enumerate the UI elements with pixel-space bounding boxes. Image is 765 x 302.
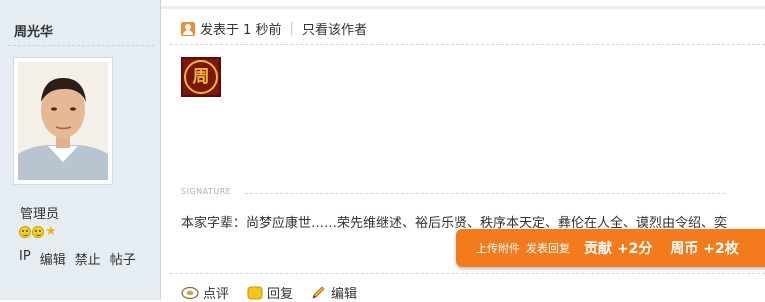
poster-icon [181,21,195,36]
author-name[interactable]: 周光华 [14,21,53,40]
reply-button[interactable]: 回复 [247,283,293,302]
comment-button[interactable]: 点评 [181,283,229,302]
star-icon: ★ [45,224,57,239]
sidebar-divider [8,45,154,46]
user-group: 管理员 [20,207,60,222]
smile-icon [19,226,31,238]
reward-action-upload: 上传附件 [476,242,520,255]
signature-label: SIGNATURE [181,187,232,196]
reward-contribution: 贡献 +2分 [584,241,653,257]
comment-icon [181,286,199,299]
avatar[interactable] [13,57,113,185]
comment-label: 点评 [203,287,230,302]
edit-label: 编辑 [331,287,358,302]
meta-separator: | [289,21,294,36]
only-author-link[interactable]: 只看该作者 [302,19,367,38]
meta-divider [170,44,765,45]
edit-button[interactable]: 编辑 [311,283,357,302]
post-time: 发表于 1 秒前 [200,23,282,38]
post-actions: 点评 回复 编辑 [181,283,375,302]
ban-link[interactable]: 禁止 [75,249,101,268]
admin-links: IP 编辑 禁止 帖子 [19,249,136,268]
top-rule [161,6,765,9]
author-sidebar: 周光华 管理员 ★ IP 编辑 禁止 帖子 [0,0,161,300]
signature-divider [245,193,725,194]
actions-divider [170,273,765,274]
reward-action-reply: 发表回复 [526,242,570,255]
edit-pencil-icon [312,285,325,299]
edit-user-link[interactable]: 编辑 [40,249,66,268]
posts-link[interactable]: 帖子 [110,249,136,268]
seal-image: 周 [181,57,221,97]
avatar-photo [18,62,108,180]
reply-label: 回复 [267,287,294,302]
reward-banner: 上传附件 发表回复 贡献 +2分 周币 +2枚 [456,229,765,267]
smile-icon [32,226,44,238]
post-meta: 发表于 1 秒前 | 只看该作者 [181,19,367,38]
reply-icon [247,286,263,299]
seal-char: 周 [184,60,218,94]
ip-link[interactable]: IP [19,249,31,268]
reward-coins: 周币 +2枚 [670,241,739,257]
rank-icons: ★ [19,224,57,239]
